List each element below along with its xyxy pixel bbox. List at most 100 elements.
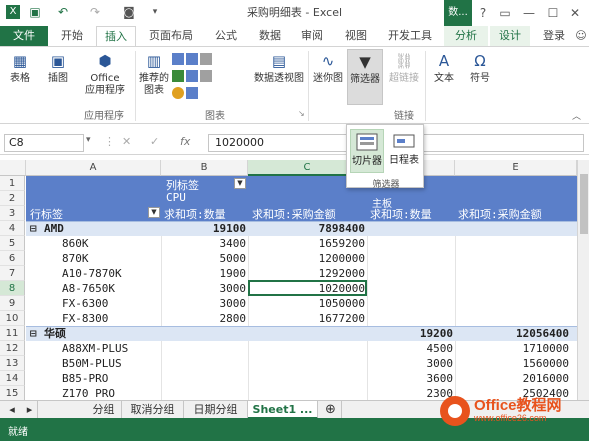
row-header[interactable]: 6 bbox=[0, 251, 25, 266]
tab-home[interactable]: 开始 bbox=[52, 26, 92, 46]
maximize-button[interactable]: ☐ bbox=[542, 3, 564, 23]
next-sheet-icon[interactable]: ▸ bbox=[22, 401, 38, 419]
item-qty: 2800 bbox=[219, 312, 247, 325]
sheet-tab[interactable]: 取消分组 bbox=[122, 401, 184, 419]
enter-icon[interactable]: ✓ bbox=[150, 135, 159, 148]
column-header[interactable]: E bbox=[455, 160, 577, 176]
tab-data[interactable]: 数据 bbox=[250, 26, 290, 46]
chart-type-buttons[interactable] bbox=[172, 53, 248, 104]
ribbon-separator bbox=[308, 51, 309, 121]
row-header[interactable]: 13 bbox=[0, 356, 25, 371]
collapse-icon[interactable]: ⊟ bbox=[30, 326, 44, 341]
text-button[interactable]: A 文本 bbox=[428, 51, 460, 85]
sparklines-button[interactable]: ∿ 迷你图 bbox=[310, 51, 346, 85]
scrollbar-thumb[interactable] bbox=[580, 174, 588, 234]
symbol-button[interactable]: Ω 符号 bbox=[464, 51, 496, 85]
row-header[interactable]: 7 bbox=[0, 266, 25, 281]
tab-formulas[interactable]: 公式 bbox=[206, 26, 246, 46]
tab-review[interactable]: 审阅 bbox=[292, 26, 332, 46]
slicer-button[interactable]: 切片器 bbox=[350, 129, 384, 173]
statistic-chart-icon[interactable] bbox=[186, 70, 198, 82]
watermark-icon bbox=[440, 396, 470, 426]
sheet-tab[interactable]: 分组 bbox=[86, 401, 122, 419]
row-header[interactable]: 1 bbox=[0, 176, 25, 191]
tab-design[interactable]: 设计 bbox=[490, 26, 530, 46]
filters-button[interactable]: ▼ 筛选器 bbox=[347, 49, 383, 105]
row-header[interactable]: 11 bbox=[0, 326, 25, 341]
row-labels-header: 行标签 bbox=[30, 208, 63, 221]
collapse-icon[interactable]: ⊟ bbox=[30, 221, 44, 236]
minimize-button[interactable]: — bbox=[518, 3, 540, 23]
row-header[interactable]: 5 bbox=[0, 236, 25, 251]
pie-chart-icon[interactable] bbox=[172, 87, 184, 99]
collapse-ribbon-icon[interactable]: ︿ bbox=[572, 109, 581, 122]
ribbon-separator bbox=[135, 51, 136, 121]
help-button[interactable]: ? bbox=[472, 3, 494, 23]
context-tab-group[interactable]: 数... bbox=[444, 0, 472, 26]
recommended-charts-icon: ▥ bbox=[146, 52, 162, 70]
tab-analyze[interactable]: 分析 bbox=[444, 26, 488, 46]
group-name: 华硕 bbox=[44, 327, 66, 340]
sheet-tab-active[interactable]: Sheet1 ... bbox=[248, 401, 318, 419]
dialog-launcher-icon[interactable]: ↘ bbox=[298, 109, 305, 118]
add-sheet-icon[interactable]: ⊕ bbox=[320, 401, 342, 419]
scatter-chart-icon[interactable] bbox=[186, 87, 198, 99]
column-chart-icon[interactable] bbox=[172, 53, 184, 65]
waterfall-chart-icon[interactable] bbox=[200, 53, 212, 65]
cpu-header: CPU bbox=[166, 191, 186, 204]
name-box[interactable]: C8 bbox=[4, 134, 84, 152]
tab-file[interactable]: 文件 bbox=[0, 26, 48, 46]
ribbon-display-options-icon[interactable]: ▭ bbox=[494, 3, 516, 23]
item-amount: 1050000 bbox=[318, 297, 365, 310]
column-header[interactable]: A bbox=[26, 160, 161, 176]
insert-function-button[interactable]: fx bbox=[180, 135, 190, 148]
tab-insert[interactable]: 插入 bbox=[96, 26, 136, 46]
account-icon[interactable]: ☺ bbox=[574, 26, 588, 46]
recommended-charts-button[interactable]: ▥ 推荐的 图表 bbox=[138, 51, 170, 97]
row-header[interactable]: 14 bbox=[0, 371, 25, 386]
timeline-button[interactable]: 日程表 bbox=[387, 129, 421, 173]
row-header[interactable]: 4 bbox=[0, 221, 25, 236]
tab-page-layout[interactable]: 页面布局 bbox=[140, 26, 202, 46]
hierarchy-chart-icon[interactable] bbox=[186, 53, 198, 65]
cancel-icon[interactable]: ✕ bbox=[122, 135, 131, 148]
prev-sheet-icon[interactable]: ◂ bbox=[4, 401, 20, 419]
table-button[interactable]: ▦ 表格 bbox=[2, 51, 38, 85]
row-header[interactable]: 3 bbox=[0, 206, 25, 221]
combo-chart-icon[interactable] bbox=[200, 70, 212, 82]
row-header[interactable]: 9 bbox=[0, 296, 25, 311]
active-cell-border bbox=[248, 280, 367, 296]
sign-in-link[interactable]: 登录 bbox=[536, 26, 572, 46]
column-header[interactable]: B bbox=[161, 160, 248, 176]
close-button[interactable]: ✕ bbox=[564, 3, 586, 23]
hyperlink-button[interactable]: ⛓ 超链接 bbox=[386, 51, 422, 85]
watermark-brand: Office教程网 bbox=[474, 397, 562, 414]
line-chart-icon[interactable] bbox=[172, 70, 184, 82]
row-header[interactable]: 12 bbox=[0, 341, 25, 356]
group-qty: 19100 bbox=[212, 222, 246, 235]
row-filter-dropdown-icon[interactable]: ▼ bbox=[148, 207, 160, 218]
row-header[interactable]: 10 bbox=[0, 311, 25, 326]
tab-view[interactable]: 视图 bbox=[336, 26, 376, 46]
sheet-tab[interactable]: 日期分组 bbox=[184, 401, 248, 419]
tab-developer[interactable]: 开发工具 bbox=[380, 26, 440, 46]
item-qty: 3600 bbox=[426, 372, 454, 385]
column-filter-dropdown-icon[interactable]: ▼ bbox=[234, 178, 246, 189]
row-header[interactable]: 2 bbox=[0, 191, 25, 206]
item-qty: 4500 bbox=[426, 342, 454, 355]
row-header[interactable]: 8 bbox=[0, 281, 25, 296]
pivot-chart-button[interactable]: ▤ 数据透视图 bbox=[252, 51, 306, 85]
group-apps-label: 应用程序 bbox=[84, 111, 124, 122]
row-header[interactable]: 15 bbox=[0, 386, 25, 400]
group-charts-label: 图表 bbox=[205, 111, 225, 122]
name-box-dropdown-icon[interactable]: ▾ bbox=[86, 135, 91, 145]
vertical-scrollbar[interactable] bbox=[577, 160, 589, 400]
item-amount: 1659200 bbox=[318, 237, 365, 250]
group-qty: 19200 bbox=[419, 327, 453, 340]
office-apps-button[interactable]: ⬢ Office 应用程序 bbox=[80, 51, 130, 97]
illustrations-button[interactable]: ▣ 插图 bbox=[40, 51, 76, 85]
select-all-corner[interactable] bbox=[0, 160, 26, 176]
watermark-logo: Office教程网 www.office26.com bbox=[440, 392, 586, 428]
worksheet-grid[interactable]: A B C D E 1 2 3 4 5 6 7 8 9 10 11 12 13 … bbox=[0, 160, 577, 400]
item-qty: 3000 bbox=[426, 357, 454, 370]
